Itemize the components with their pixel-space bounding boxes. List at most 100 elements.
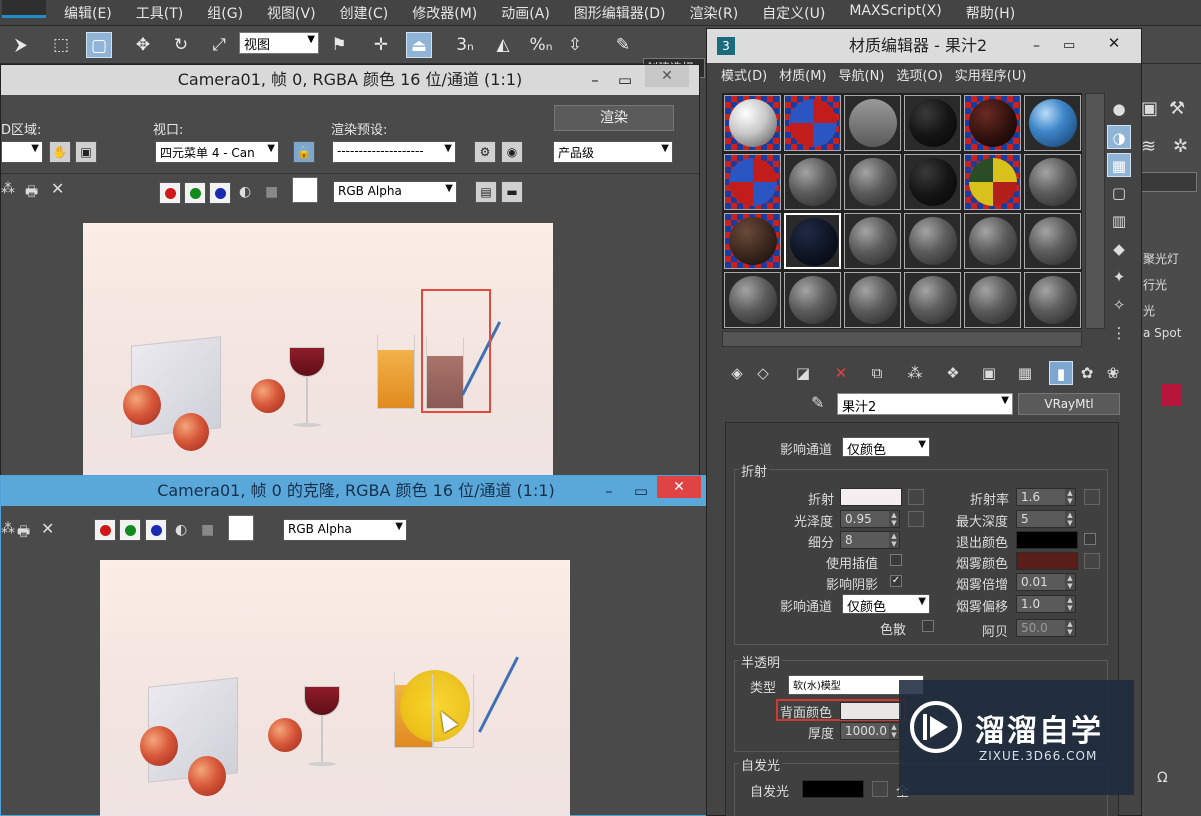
make-preview-icon[interactable]: ◆ — [1107, 237, 1131, 261]
blue-channel-button[interactable] — [145, 519, 167, 541]
app-logo[interactable] — [2, 0, 46, 18]
material-sample-slot[interactable] — [724, 272, 781, 328]
material-sample-slot[interactable] — [844, 213, 901, 269]
clone-icon[interactable]: ⁂ — [1, 521, 15, 537]
affect-channel-dropdown[interactable]: 仅颜色 ▼ — [842, 437, 930, 457]
material-editor-menu-item[interactable]: 材质(M) — [779, 65, 826, 89]
percent-snap-icon[interactable]: %ₙ — [526, 32, 556, 58]
command-panel-item[interactable]: a Spot — [1143, 326, 1181, 340]
minimize-button[interactable]: – — [595, 476, 623, 506]
close-button[interactable]: ✕ — [645, 65, 689, 87]
menu-item[interactable]: 帮助(H) — [966, 3, 1015, 23]
close-button[interactable]: ✕ — [657, 476, 701, 498]
go-to-parent-icon[interactable]: ✿ — [1075, 361, 1099, 385]
self-illumination-swatch[interactable] — [802, 780, 864, 798]
render-area-dropdown[interactable]: ▼ — [1, 141, 43, 163]
glossiness-spinner[interactable]: 0.95 ▲ ▼ — [840, 510, 900, 528]
abbe-spinner[interactable]: 50.0 ▲ ▼ — [1016, 619, 1076, 637]
video-color-check-icon[interactable]: ▥ — [1107, 209, 1131, 233]
show-map-in-viewport-icon[interactable]: ▦ — [1013, 361, 1037, 385]
blue-channel-button[interactable] — [209, 182, 231, 204]
menu-item[interactable]: 创建(C) — [340, 3, 389, 23]
red-channel-button[interactable] — [159, 182, 181, 204]
color-swatch[interactable] — [292, 177, 318, 203]
material-sample-slot[interactable] — [1024, 154, 1081, 210]
assign-to-selection-icon[interactable]: ◪ — [791, 361, 815, 385]
material-sample-slot[interactable] — [844, 272, 901, 328]
fog-color-map-button[interactable] — [1084, 553, 1100, 569]
material-sample-slot[interactable] — [844, 95, 901, 151]
material-sample-slot[interactable] — [724, 95, 781, 151]
affect-shadows-checkbox[interactable]: ✓ — [890, 575, 902, 587]
green-channel-button[interactable] — [119, 519, 141, 541]
material-sample-slot[interactable] — [784, 95, 841, 151]
clear-icon[interactable]: ✕ — [51, 179, 64, 198]
edit-named-sets-icon[interactable]: ✎ — [610, 32, 636, 58]
select-object-icon[interactable]: ⮞ — [8, 32, 34, 58]
menu-item[interactable]: 修改器(M) — [412, 3, 477, 23]
menu-item[interactable]: 渲染(R) — [690, 3, 739, 23]
refr-affect-channel-dropdown[interactable]: 仅颜色 ▼ — [842, 594, 930, 614]
object-color-swatch[interactable] — [1161, 384, 1181, 406]
minimize-button[interactable]: – — [1033, 29, 1040, 63]
move-icon[interactable]: ✥ — [130, 32, 156, 58]
put-to-scene-icon[interactable]: ◇ — [751, 361, 775, 385]
material-id-channel-icon[interactable]: ▣ — [977, 361, 1001, 385]
snap-toggle-icon[interactable]: 3ₙ — [450, 32, 480, 58]
command-panel-item[interactable]: 行光 — [1143, 276, 1167, 293]
toggle-overlays-icon[interactable]: ▬ — [501, 181, 523, 203]
material-sample-slot[interactable] — [964, 95, 1021, 151]
refract-color-swatch[interactable] — [840, 488, 902, 506]
exit-color-swatch[interactable] — [1016, 531, 1078, 549]
material-sample-slot[interactable] — [1024, 272, 1081, 328]
color-swatch[interactable] — [228, 515, 254, 541]
exit-color-checkbox[interactable] — [1084, 533, 1096, 545]
rect-selection-icon[interactable]: ⬚ — [48, 32, 74, 58]
material-sample-slot[interactable] — [964, 154, 1021, 210]
maximize-button[interactable]: ▭ — [627, 476, 655, 506]
clear-icon[interactable]: ✕ — [41, 519, 54, 538]
edit-region-icon[interactable]: ✋ — [49, 141, 71, 163]
alpha-icon[interactable]: ◐ — [239, 184, 251, 200]
menu-item[interactable]: 组(G) — [207, 3, 243, 23]
environment-icon[interactable]: ◉ — [501, 141, 523, 163]
eyedropper-icon[interactable]: ✎ — [811, 393, 824, 412]
ior-spinner[interactable]: 1.6 ▲ ▼ — [1016, 488, 1076, 506]
mono-icon[interactable]: ■ — [201, 522, 214, 538]
green-channel-button[interactable] — [184, 182, 206, 204]
material-sample-slot[interactable] — [844, 154, 901, 210]
menu-item[interactable]: 工具(T) — [136, 3, 183, 23]
get-material-icon[interactable]: ◈ — [725, 361, 749, 385]
material-map-navigator-icon[interactable]: ⋮ — [1107, 321, 1131, 345]
material-sample-slot[interactable] — [904, 213, 961, 269]
go-forward-sibling-icon[interactable]: ❀ — [1101, 361, 1125, 385]
max-depth-spinner[interactable]: 5 ▲ ▼ — [1016, 510, 1076, 528]
red-channel-button[interactable] — [94, 519, 116, 541]
reset-map-icon[interactable]: ✕ — [829, 361, 853, 385]
fog-multiplier-spinner[interactable]: 0.01 ▲ ▼ — [1016, 573, 1076, 591]
make-unique-icon[interactable]: ⁂ — [903, 361, 927, 385]
slots-horizontal-scrollbar[interactable] — [722, 331, 1082, 347]
glossiness-map-button[interactable] — [908, 511, 924, 527]
material-type-button[interactable]: VRayMtl — [1018, 393, 1120, 415]
viewport-dropdown[interactable]: 四元菜单 4 - Can ▼ — [155, 141, 279, 163]
render-preset-dropdown[interactable]: -------------------- ▼ — [332, 141, 456, 163]
material-sample-slot[interactable] — [904, 154, 961, 210]
hierarchy-icon[interactable]: ▣ — [1141, 98, 1158, 119]
menu-item[interactable]: 自定义(U) — [762, 3, 825, 23]
material-sample-slot[interactable] — [784, 213, 841, 269]
maximize-button[interactable]: ▭ — [611, 65, 639, 95]
back-color-swatch[interactable] — [840, 702, 902, 720]
material-sample-slot[interactable] — [964, 213, 1021, 269]
material-editor-menu-item[interactable]: 选项(O) — [896, 65, 942, 89]
systems-icon[interactable]: ✲ — [1173, 136, 1188, 157]
fog-color-swatch[interactable] — [1016, 552, 1078, 570]
slots-vertical-scrollbar[interactable] — [1085, 93, 1105, 329]
dispersion-checkbox[interactable] — [922, 620, 934, 632]
sample-type-icon[interactable]: ● — [1107, 97, 1131, 121]
teapot-icon[interactable]: Ω — [1157, 770, 1168, 786]
menu-item[interactable]: 视图(V) — [267, 3, 316, 23]
menu-item[interactable]: 编辑(E) — [64, 3, 112, 23]
alpha-icon[interactable]: ◐ — [175, 522, 187, 538]
spacewarps-icon[interactable]: ≋ — [1141, 136, 1156, 157]
